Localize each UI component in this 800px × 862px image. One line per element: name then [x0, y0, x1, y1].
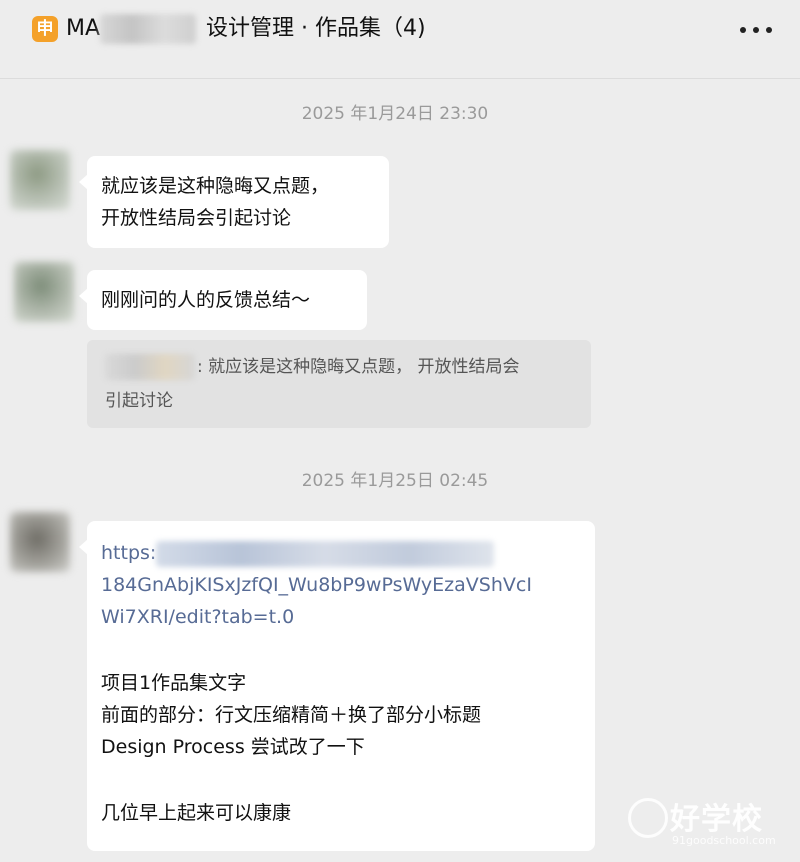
link-redacted — [156, 540, 495, 567]
watermark-logo-icon — [628, 798, 668, 838]
watermark-url: 91goodschool.com — [672, 834, 776, 847]
quoted-text: : 就应该是这种隐晦又点题， 开放性结局会 — [197, 357, 520, 377]
message-link[interactable]: Wi7XRI/edit?tab=t.0 — [101, 601, 581, 633]
message-text: 刚刚问的人的反馈总结～ — [101, 289, 311, 311]
message-bubble[interactable]: 就应该是这种隐晦又点题， 开放性结局会引起讨论 — [79, 156, 389, 248]
message-bubble[interactable]: https: 184GnAbjKISxJzfQI_Wu8bP9wPsWyEzaV… — [79, 521, 595, 851]
message-text: 项目1作品集文字 — [101, 672, 247, 694]
quoted-sender-redacted — [105, 354, 195, 380]
link-prefix: https: — [101, 542, 157, 564]
message-link[interactable]: https: — [101, 537, 581, 569]
chat-title-redacted — [100, 14, 196, 44]
watermark: 好学校 91goodschool.com — [628, 794, 778, 850]
more-icon[interactable] — [738, 20, 774, 40]
watermark-text: 好学校 — [670, 802, 763, 837]
group-badge-icon: 申 — [32, 16, 58, 42]
message-bubble[interactable]: 刚刚问的人的反馈总结～ — [79, 270, 367, 330]
message-text: 前面的部分：行文压缩精简＋换了部分小标题 — [101, 704, 482, 726]
chat-title-prefix: MA — [66, 16, 101, 41]
message-text: 几位早上起来可以康康 — [101, 802, 292, 824]
avatar[interactable] — [14, 262, 74, 322]
message-text: 就应该是这种隐晦又点题， — [101, 175, 330, 197]
avatar[interactable] — [10, 512, 70, 572]
timestamp: 2025 年1月24日 23:30 — [301, 104, 489, 124]
chat-title: 设计管理 · 作品集（4) — [206, 16, 426, 41]
message-text: Design Process 尝试改了一下 — [101, 736, 365, 758]
quoted-message[interactable]: : 就应该是这种隐晦又点题， 开放性结局会 引起讨论 — [87, 340, 591, 428]
message-text: 开放性结局会引起讨论 — [101, 207, 292, 229]
chat-header: 申 MA 设计管理 · 作品集（4) — [0, 0, 800, 79]
timestamp: 2025 年1月25日 02:45 — [301, 471, 489, 491]
avatar[interactable] — [10, 150, 70, 210]
quoted-text: 引起讨论 — [105, 391, 173, 411]
message-link[interactable]: 184GnAbjKISxJzfQI_Wu8bP9wPsWyEzaVShVcI — [101, 569, 581, 601]
